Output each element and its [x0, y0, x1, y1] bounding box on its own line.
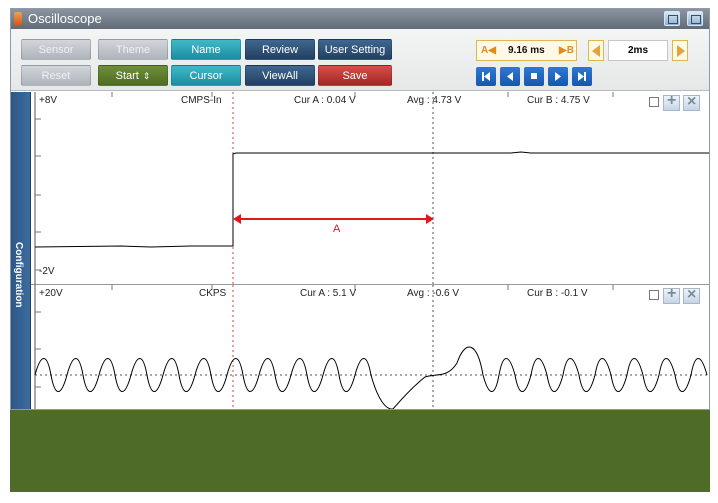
cursor-time: 9.16 ms: [508, 45, 545, 56]
review-button[interactable]: Review: [245, 39, 315, 60]
channel-2-avg: Avg : -0.6 V: [407, 288, 460, 299]
step-forward-icon: [555, 72, 561, 81]
step-forward-button[interactable]: [548, 67, 568, 86]
start-button[interactable]: Start ⇕: [98, 65, 168, 86]
channel-2-sensor: CKPS: [199, 288, 227, 299]
updown-arrow-icon: ⇕: [142, 71, 151, 81]
cursor-range-label: A: [333, 223, 341, 235]
time-panel: A◀ 9.16 ms ▶B 2ms: [476, 40, 696, 62]
timebase-increase-button[interactable]: [672, 40, 688, 61]
configuration-label: Configuration: [13, 242, 24, 308]
channel-1-plot: [34, 92, 709, 285]
channel-1-cur-b: Cur B : 4.75 V: [527, 95, 590, 106]
scope-area: Configuration +8V CMPS-In Cur A: 0.04 V…: [11, 92, 709, 409]
step-back-button[interactable]: [500, 67, 520, 86]
stop-icon: [531, 73, 537, 79]
app-icon: [14, 12, 22, 26]
bottom-band: [10, 410, 710, 492]
timebase-decrease-button[interactable]: [588, 40, 604, 61]
app-title: Oscilloscope: [28, 11, 102, 26]
viewall-button[interactable]: ViewAll: [245, 65, 315, 86]
a-marker: A◀: [481, 45, 496, 56]
channel-1-tools: [649, 92, 709, 111]
channel-1-sensor: CMPS-In: [181, 95, 222, 106]
oscilloscope-window: Oscilloscope Sensor Theme Name Review Us…: [10, 8, 710, 410]
channel-2-plot: [34, 285, 709, 409]
channel-1-bottom-label: -2V: [39, 266, 55, 277]
name-button[interactable]: Name: [171, 39, 241, 60]
channel-1-close-icon[interactable]: [683, 93, 700, 111]
restore-window-button[interactable]: [664, 11, 680, 26]
cursor-button[interactable]: Cursor: [171, 65, 241, 86]
user-setting-button[interactable]: User Setting: [318, 39, 392, 60]
step-back-icon: [507, 72, 513, 81]
channel-1-select-checkbox[interactable]: [649, 97, 659, 107]
channel-2-cur-b: Cur B : -0.1 V: [527, 288, 588, 299]
theme-button[interactable]: Theme: [98, 39, 168, 60]
channel-1-panel: +8V CMPS-In Cur A : 0.04 V Avg : 4.73 V …: [31, 92, 709, 285]
channel-1-cur-a: Cur A : 0.04 V: [294, 95, 356, 106]
channel-2-close-icon[interactable]: [683, 286, 700, 304]
channel-2-select-checkbox[interactable]: [649, 290, 659, 300]
toolbar: Sensor Theme Name Review User Setting Re…: [11, 29, 709, 91]
window-menu-button[interactable]: [687, 11, 703, 26]
reset-button[interactable]: Reset: [21, 65, 91, 86]
start-label: Start: [115, 70, 139, 82]
channel-1-top-label: +8V: [39, 95, 58, 106]
channel-1-zoom-in-icon[interactable]: [663, 92, 680, 111]
skip-to-start-button[interactable]: [476, 67, 496, 86]
title-bar: Oscilloscope: [11, 9, 709, 29]
channel-2-zoom-in-icon[interactable]: [663, 285, 680, 304]
b-marker: ▶B: [559, 45, 574, 56]
sensor-button[interactable]: Sensor: [21, 39, 91, 60]
stop-button[interactable]: [524, 67, 544, 86]
channel-2-tools: [649, 285, 709, 304]
channel-2-cur-a: Cur A : 5.1 V: [300, 288, 357, 299]
configuration-tab[interactable]: Configuration: [11, 92, 31, 409]
channel-2-top-label: +20V: [39, 288, 63, 299]
skip-to-start-icon: [482, 72, 490, 81]
skip-to-end-icon: [578, 72, 586, 81]
save-button[interactable]: Save: [318, 65, 392, 86]
skip-to-end-button[interactable]: [572, 67, 592, 86]
timebase-value[interactable]: 2ms: [608, 40, 668, 61]
channel-2-panel: +20V CKPS Cur A : 5.1 V Avg : -0.6 V Cur…: [31, 285, 709, 409]
channel-1-avg: Avg : 4.73 V: [407, 95, 462, 106]
cursor-time-box[interactable]: A◀ 9.16 ms ▶B: [476, 40, 577, 61]
